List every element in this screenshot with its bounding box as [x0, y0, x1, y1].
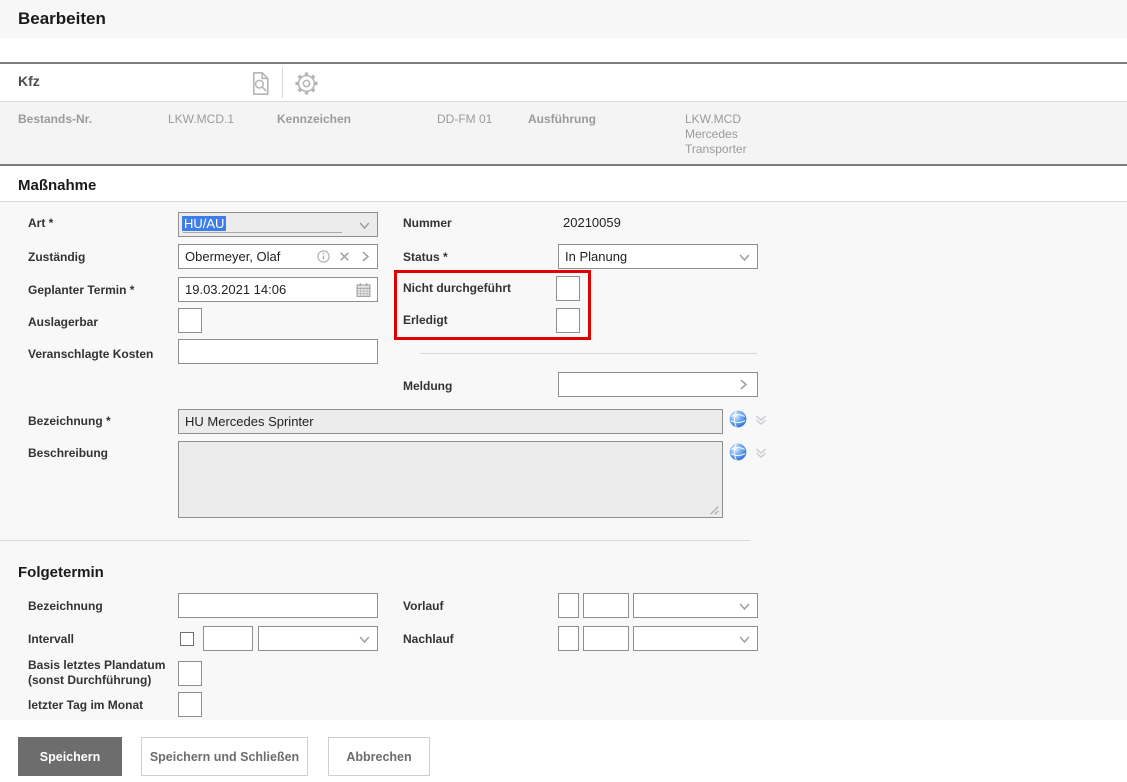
art-text-underline — [183, 232, 342, 233]
intervall-label: Intervall — [28, 632, 74, 647]
preview-document-icon[interactable] — [247, 70, 274, 97]
kfz-section-title: Kfz — [18, 73, 40, 89]
massnahme-section-title: Maßnahme — [18, 177, 96, 194]
nummer-label: Nummer — [403, 216, 452, 231]
expand-chevrons-icon[interactable] — [752, 445, 770, 461]
basis-plandatum-label: Basis letztes Plandatum (sonst Durchführ… — [28, 658, 165, 688]
veranschlagte-kosten-input[interactable] — [178, 339, 378, 364]
nicht-durchgefuehrt-label: Nicht durchgeführt — [403, 281, 511, 296]
intervall-value-input[interactable] — [203, 626, 253, 651]
ausfuehrung-value: LKW.MCD Mercedes Transporter — [685, 112, 747, 157]
globe-icon[interactable] — [728, 409, 748, 429]
divider — [0, 62, 1127, 64]
resize-handle[interactable] — [708, 504, 720, 516]
kennzeichen-value: DD-FM 01 — [437, 112, 492, 127]
vorlauf-input-2[interactable] — [583, 593, 629, 618]
meldung-field[interactable] — [558, 372, 758, 397]
erledigt-label: Erledigt — [403, 313, 448, 328]
nicht-durchgefuehrt-checkbox[interactable] — [556, 276, 580, 301]
geplanter-termin-label: Geplanter Termin * — [28, 283, 134, 298]
edit-form-page: Bearbeiten Kfz — [0, 0, 1127, 782]
bezeichnung-label: Bezeichnung * — [28, 414, 111, 429]
intervall-unit-select[interactable] — [258, 626, 378, 651]
zustaendig-field[interactable]: Obermeyer, Olaf — [178, 244, 378, 269]
title-band: Bearbeiten — [0, 0, 1127, 38]
letzter-tag-checkbox[interactable] — [178, 692, 202, 717]
divider — [0, 164, 1127, 166]
info-icon[interactable] — [316, 249, 331, 264]
basis-plandatum-checkbox[interactable] — [178, 661, 202, 686]
vorlauf-input-1[interactable] — [558, 593, 579, 618]
geplanter-termin-value: 19.03.2021 14:06 — [185, 282, 286, 297]
erledigt-checkbox[interactable] — [556, 308, 580, 333]
chevron-down-icon[interactable] — [357, 218, 372, 233]
status-label: Status * — [403, 250, 448, 265]
kfz-summary-row: Bestands-Nr. LKW.MCD.1 Kennzeichen DD-FM… — [0, 102, 1127, 164]
toolbar-separator — [282, 67, 283, 98]
beschreibung-textarea[interactable] — [178, 441, 723, 518]
vorlauf-unit-select[interactable] — [633, 593, 758, 618]
folgetermin-bezeichnung-label: Bezeichnung — [28, 599, 103, 614]
nummer-value: 20210059 — [563, 215, 621, 230]
art-label: Art * — [28, 216, 53, 231]
save-button[interactable]: Speichern — [18, 737, 122, 776]
letzter-tag-label: letzter Tag im Monat — [28, 698, 143, 713]
massnahme-form: Art * HU/AU Zuständig Obermeyer, Olaf — [0, 202, 1127, 720]
bestandsnr-label: Bestands-Nr. — [18, 112, 92, 126]
status-selected-value: In Planung — [565, 249, 627, 264]
folgetermin-bezeichnung-input[interactable] — [178, 593, 378, 618]
vorlauf-label: Vorlauf — [403, 599, 443, 614]
veranschlagte-kosten-label: Veranschlagte Kosten — [28, 347, 153, 362]
chevron-right-icon[interactable] — [358, 249, 373, 264]
expand-chevrons-icon[interactable] — [752, 412, 770, 428]
bezeichnung-input[interactable] — [178, 409, 723, 434]
chevron-down-icon[interactable] — [737, 599, 752, 614]
chevron-right-icon[interactable] — [736, 377, 751, 392]
nachlauf-input-2[interactable] — [583, 626, 629, 651]
geplanter-termin-field[interactable]: 19.03.2021 14:06 — [178, 277, 378, 302]
folgetermin-section-title: Folgetermin — [18, 564, 104, 581]
zustaendig-label: Zuständig — [28, 250, 85, 265]
divider — [0, 540, 750, 541]
intervall-checkbox[interactable] — [180, 632, 194, 646]
page-title: Bearbeiten — [18, 9, 106, 29]
calendar-icon[interactable] — [355, 281, 372, 299]
kennzeichen-label: Kennzeichen — [277, 112, 351, 126]
bestandsnr-value: LKW.MCD.1 — [168, 112, 234, 127]
chevron-down-icon[interactable] — [357, 632, 372, 647]
globe-icon[interactable] — [728, 442, 748, 462]
cancel-button[interactable]: Abbrechen — [328, 737, 430, 776]
ausfuehrung-label: Ausführung — [528, 112, 596, 126]
beschreibung-label: Beschreibung — [28, 446, 108, 461]
art-selected-value: HU/AU — [182, 216, 226, 231]
meldung-label: Meldung — [403, 379, 452, 394]
divider — [420, 353, 757, 354]
auslagerbar-checkbox[interactable] — [178, 308, 202, 333]
nachlauf-label: Nachlauf — [403, 632, 454, 647]
zustaendig-value: Obermeyer, Olaf — [185, 249, 280, 264]
save-close-button[interactable]: Speichern und Schließen — [141, 737, 308, 776]
art-combobox[interactable]: HU/AU — [178, 212, 378, 237]
chevron-down-icon[interactable] — [737, 250, 752, 265]
nachlauf-input-1[interactable] — [558, 626, 579, 651]
auslagerbar-label: Auslagerbar — [28, 315, 98, 330]
settings-gear-icon[interactable] — [293, 70, 320, 97]
nachlauf-unit-select[interactable] — [633, 626, 758, 651]
chevron-down-icon[interactable] — [737, 632, 752, 647]
status-select[interactable]: In Planung — [558, 244, 758, 269]
clear-icon[interactable] — [337, 249, 352, 264]
